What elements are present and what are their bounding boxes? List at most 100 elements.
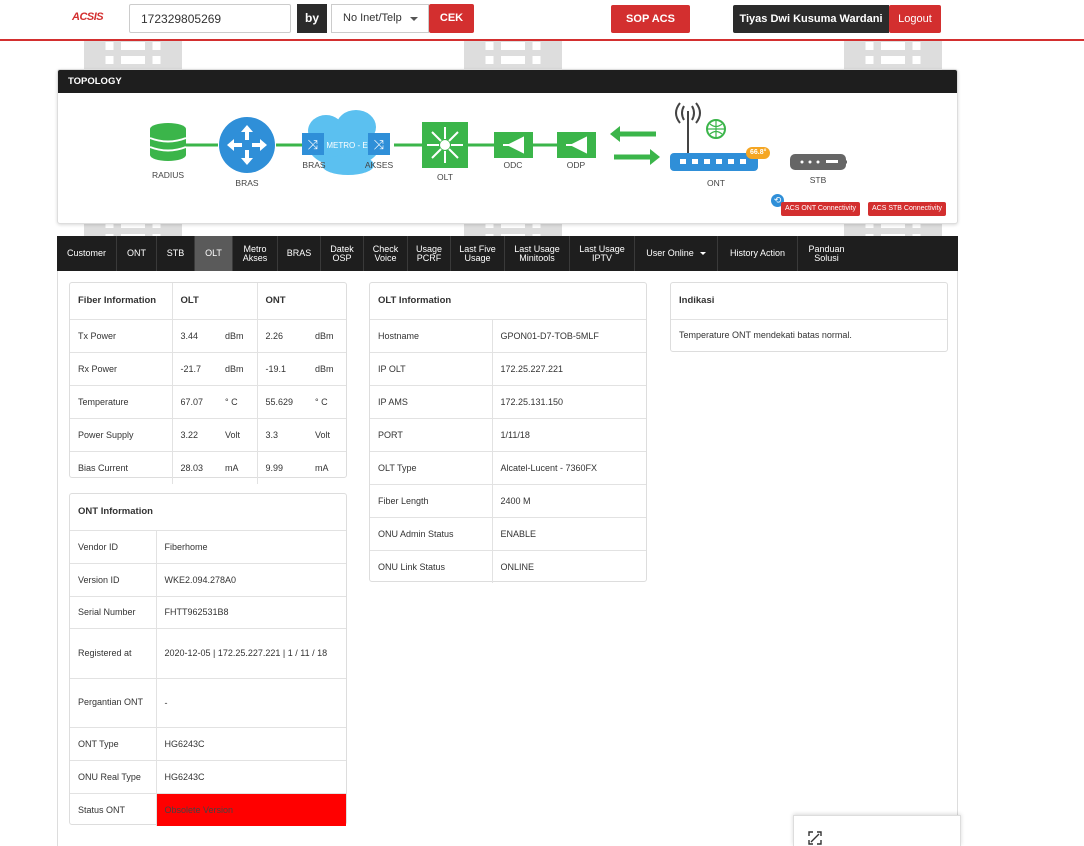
row-label: Version ID (70, 562, 156, 596)
tab-customer[interactable]: Customer (57, 236, 117, 271)
app-logo[interactable]: ACSIS (72, 11, 104, 23)
search-type-select[interactable]: No Inet/Telp (331, 4, 429, 33)
odc-splitter-icon (494, 132, 533, 158)
row-label: Pergantian ONT (70, 677, 156, 727)
row-label: Hostname (370, 318, 492, 352)
ont-unit: ° C (307, 384, 346, 418)
tab-user-online-label: User Online (646, 248, 694, 258)
acs-ont-connectivity-button[interactable]: ACS ONT Connectivity (781, 202, 861, 216)
acs-stb-connectivity-button[interactable]: ACS STB Connectivity (868, 202, 947, 216)
expand-icon[interactable] (807, 830, 823, 846)
row-label: Temperature (70, 384, 172, 418)
olt-column-header: OLT (171, 283, 257, 319)
row-value: GPON01-D7-TOB-5MLF (491, 318, 646, 352)
tab-last-usage-iptv[interactable]: Last Usage IPTV (570, 236, 635, 271)
row-label: Power Supply (70, 417, 172, 451)
table-row: Registered at 2020-12-05 | 172.25.227.22… (70, 627, 346, 678)
table-row: ONT Type HG6243C (70, 726, 346, 760)
tab-bras[interactable]: BRAS (278, 236, 321, 271)
table-row: Temperature 67.07 ° C 55.629 ° C (70, 384, 346, 418)
sop-acs-button[interactable]: SOP ACS (611, 5, 690, 33)
olt-value: 3.44 (171, 318, 217, 352)
olt-info-title: OLT Information (378, 295, 452, 307)
ont-value: 2.26 (256, 318, 307, 352)
row-label: ONU Admin Status (370, 516, 492, 550)
table-row: OLT Type Alcatel-Lucent - 7360FX (370, 450, 646, 484)
table-row: Fiber Length 2400 M (370, 483, 646, 517)
tab-olt[interactable]: OLT (195, 236, 233, 271)
tab-check-voice[interactable]: Check Voice (364, 236, 408, 271)
tab-datek-osp[interactable]: Datek OSP (321, 236, 364, 271)
stb-box-icon (790, 154, 846, 170)
tab-user-online[interactable]: User Online (635, 236, 718, 271)
chevron-down-icon (699, 252, 706, 255)
table-row: Bias Current 28.03 mA 9.99 mA (70, 450, 346, 484)
row-label: IP OLT (370, 351, 492, 385)
row-value: 2020-12-05 | 172.25.227.221 | 1 / 11 / 1… (155, 627, 346, 678)
olt-unit: Volt (217, 417, 257, 451)
node-label-metro-e: METRO - E (326, 141, 368, 150)
table-row: ONU Real Type HG6243C (70, 759, 346, 793)
tab-stb[interactable]: STB (157, 236, 195, 271)
odp-splitter-icon (557, 132, 596, 158)
radius-database-icon (149, 123, 187, 161)
ont-temperature-badge: 66.8° (746, 147, 771, 159)
row-value: 1/11/18 (491, 417, 646, 451)
tab-panduan-solusi[interactable]: Panduan Solusi (798, 236, 855, 271)
tab-metro-akses[interactable]: Metro Akses (233, 236, 278, 271)
ont-information-table: ONT Information Vendor ID Fiberhome Vers… (70, 494, 346, 826)
node-label-akses: AKSES (364, 160, 394, 170)
node-label-olt: OLT (437, 172, 453, 182)
table-row: Vendor ID Fiberhome (70, 529, 346, 563)
bras-router-icon (219, 117, 275, 173)
search-input[interactable] (129, 4, 291, 33)
tab-ont[interactable]: ONT (117, 236, 157, 271)
ont-value: -19.1 (256, 351, 307, 385)
table-row: IP AMS 172.25.131.150 (370, 384, 646, 418)
olt-value: 28.03 (171, 450, 217, 484)
logout-button[interactable]: Logout (889, 5, 941, 33)
row-value: Fiberhome (155, 529, 346, 563)
indikasi-title: Indikasi (679, 295, 715, 307)
ont-value: 55.629 (256, 384, 307, 418)
node-label-bras-metro: BRAS (302, 160, 326, 170)
table-row: Version ID WKE2.094.278A0 (70, 562, 346, 596)
olt-unit: dBm (217, 318, 257, 352)
topology-panel: TOPOLOGY ⤨ ⤨ RADIUS BRAS BRAS METRO - E … (57, 69, 958, 224)
check-button[interactable]: CEK (429, 4, 474, 33)
indikasi-table: Indikasi Temperature ONT mendekati batas… (671, 283, 947, 351)
status-ont-value: Obsolete Version (155, 792, 346, 826)
tab-last-five-usage[interactable]: Last Five Usage (451, 236, 505, 271)
table-row: IP OLT 172.25.227.221 (370, 351, 646, 385)
ont-modem-icon (670, 102, 758, 171)
ont-unit: mA (307, 450, 346, 484)
row-value: - (155, 677, 346, 727)
ont-information-panel: ONT Information Vendor ID Fiberhome Vers… (69, 493, 347, 826)
olt-information-panel: OLT Information Hostname GPON01-D7-TOB-5… (369, 282, 647, 583)
row-value: 172.25.227.221 (491, 351, 646, 385)
row-label: OLT Type (370, 450, 492, 484)
olt-value: -21.7 (171, 351, 217, 385)
table-row: Power Supply 3.22 Volt 3.3 Volt (70, 417, 346, 451)
node-label-bras: BRAS (235, 178, 259, 188)
node-label-ont: ONT (707, 178, 725, 188)
wireless-link-arrows-icon (610, 126, 660, 165)
olt-value: 3.22 (171, 417, 217, 451)
row-label: Vendor ID (70, 529, 156, 563)
olt-information-table: OLT Information Hostname GPON01-D7-TOB-5… (370, 283, 646, 583)
tab-history-action[interactable]: History Action (718, 236, 798, 271)
row-label: ONU Real Type (70, 759, 156, 793)
main-tabs: Customer ONT STB OLT Metro Akses BRAS Da… (57, 236, 958, 271)
olt-value: 67.07 (171, 384, 217, 418)
ont-unit: Volt (307, 417, 346, 451)
floating-panel[interactable] (793, 815, 961, 846)
table-row: ONU Link Status ONLINE (370, 549, 646, 583)
table-row: PORT 1/11/18 (370, 417, 646, 451)
tab-usage-pcrf[interactable]: Usage PCRF (408, 236, 451, 271)
ont-value: 3.3 (256, 417, 307, 451)
fiber-information-table: Fiber Information OLT ONT Tx Power 3.44 … (70, 283, 346, 484)
row-value: HG6243C (155, 759, 346, 793)
row-value: 2400 M (491, 483, 646, 517)
tab-last-usage-minitools[interactable]: Last Usage Minitools (505, 236, 570, 271)
row-value: Alcatel-Lucent - 7360FX (491, 450, 646, 484)
